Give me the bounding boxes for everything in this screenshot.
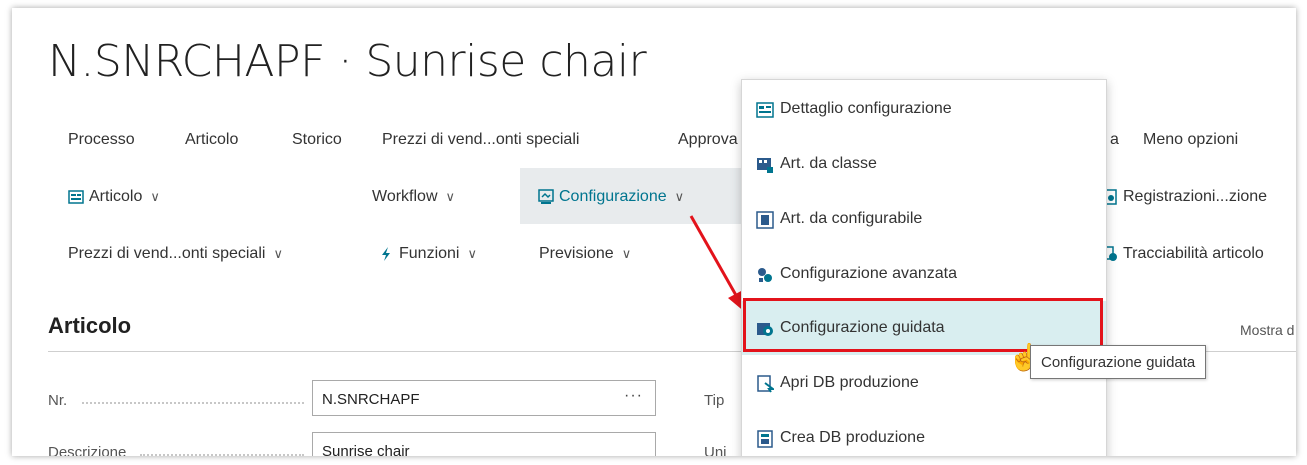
tab-partial[interactable]: a	[1110, 131, 1119, 149]
tab-meno-opzioni[interactable]: Meno opzioni	[1143, 131, 1238, 149]
menu-item-label: Art. da classe	[780, 155, 877, 172]
show-more-link[interactable]: Mostra d	[1240, 322, 1294, 338]
funzioni-action-label: Funzioni	[399, 245, 460, 262]
previsione-action[interactable]: Previsione ∨	[539, 245, 631, 263]
page-frame: N.SNRCHAPF · Sunrise chair Processo Arti…	[12, 8, 1296, 456]
previsione-action-label: Previsione	[539, 245, 614, 262]
advanced-configuration-icon	[756, 266, 772, 282]
configurazione-menu: Dettaglio configurazione Art. da classe …	[741, 79, 1107, 456]
nr-field-value: N.SNRCHAPF	[322, 391, 420, 408]
menu-item-label: Art. da configurabile	[780, 210, 923, 227]
chevron-down-icon: ∨	[273, 246, 283, 261]
chevron-down-icon: ∨	[467, 246, 477, 261]
menu-item-crea-db-produzione[interactable]: Crea DB produzione	[742, 411, 1106, 456]
funzioni-action[interactable]: Funzioni ∨	[378, 245, 477, 263]
workflow-action-label: Workflow	[372, 188, 438, 205]
tab-articolo[interactable]: Articolo	[185, 131, 238, 149]
nr-field[interactable]: N.SNRCHAPF ···	[312, 380, 656, 416]
tracciabilita-action[interactable]: Tracciabilità articolo	[1102, 245, 1264, 263]
menu-item-label: Apri DB produzione	[780, 374, 919, 391]
chevron-down-icon: ∨	[150, 189, 160, 204]
configurable-item-icon	[756, 211, 774, 229]
field-label-tipo: Tip	[704, 392, 725, 409]
menu-item-art-da-configurabile[interactable]: Art. da configurabile	[742, 192, 1106, 246]
lightning-icon	[378, 246, 394, 262]
menu-item-label: Crea DB produzione	[780, 429, 925, 446]
tab-approva[interactable]: Approva	[678, 131, 738, 149]
configuration-detail-icon	[756, 101, 774, 118]
menu-item-art-da-classe[interactable]: Art. da classe	[742, 137, 1106, 191]
prezzi-action[interactable]: Prezzi di vend...onti speciali ∨	[68, 245, 283, 263]
menu-item-dettaglio-configurazione[interactable]: Dettaglio configurazione	[742, 82, 1106, 136]
configurazione-action[interactable]: Configurazione ∨	[538, 188, 684, 206]
articolo-action-label: Articolo	[89, 188, 143, 205]
field-leader-dots	[82, 402, 304, 404]
item-class-icon	[756, 156, 773, 173]
chevron-down-icon: ∨	[674, 189, 685, 204]
tracciabilita-action-label: Tracciabilità articolo	[1123, 245, 1264, 262]
page-title: N.SNRCHAPF · Sunrise chair	[48, 36, 647, 87]
create-bom-icon	[756, 430, 773, 448]
registrazioni-action-label: Registrazioni...zione	[1123, 188, 1268, 205]
configuration-icon	[538, 189, 554, 205]
chevron-down-icon: ∨	[445, 189, 456, 204]
chevron-down-icon: ∨	[621, 246, 632, 261]
descrizione-field[interactable]: Sunrise chair	[312, 432, 656, 456]
tab-storico[interactable]: Storico	[292, 131, 342, 149]
menu-item-label: Dettaglio configurazione	[780, 100, 952, 117]
articolo-action[interactable]: Articolo ∨	[68, 188, 160, 206]
registrazioni-action[interactable]: Registrazioni...zione	[1102, 188, 1267, 206]
field-label-unita: Uni	[704, 444, 727, 456]
item-card-icon	[68, 189, 84, 205]
menu-item-configurazione-avanzata[interactable]: Configurazione avanzata	[742, 247, 1106, 301]
field-label-nr: Nr.	[48, 392, 68, 409]
field-leader-dots	[140, 454, 304, 456]
prezzi-action-label: Prezzi di vend...onti speciali	[68, 245, 266, 262]
annotation-highlight-box	[743, 298, 1103, 352]
tab-processo[interactable]: Processo	[68, 131, 135, 149]
open-bom-icon	[756, 375, 776, 393]
menu-item-label: Configurazione avanzata	[780, 265, 958, 282]
descrizione-field-value: Sunrise chair	[322, 443, 410, 456]
tooltip: Configurazione guidata	[1030, 345, 1207, 379]
lookup-ellipsis-icon[interactable]: ···	[624, 387, 643, 405]
workflow-action[interactable]: Workflow ∨	[372, 188, 455, 206]
section-title: Articolo	[48, 313, 132, 338]
configurazione-action-label: Configurazione	[559, 188, 667, 205]
tab-prezzi[interactable]: Prezzi di vend...onti speciali	[382, 131, 579, 149]
field-label-descrizione: Descrizione	[48, 444, 127, 456]
